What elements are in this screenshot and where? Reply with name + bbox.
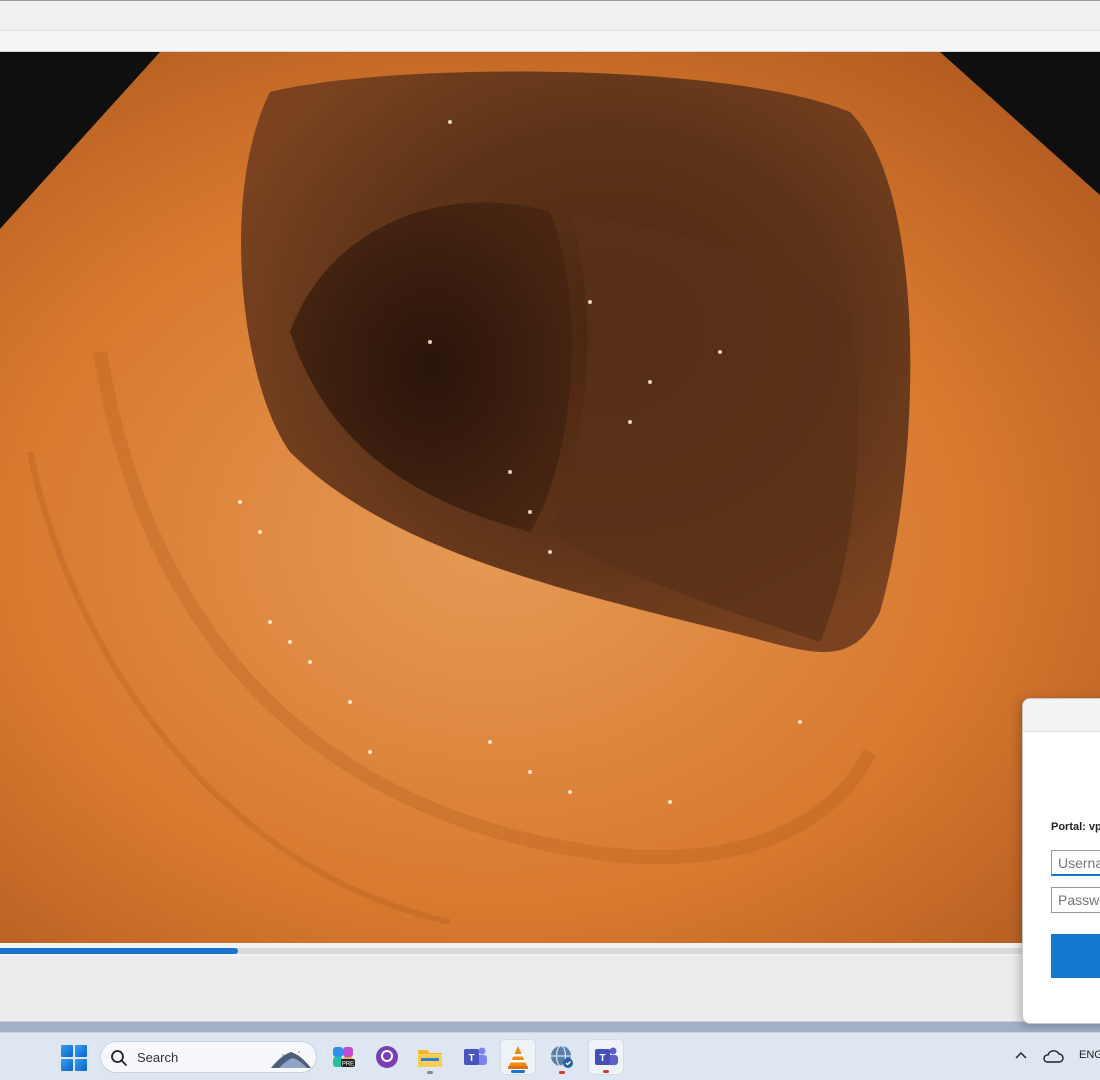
file-explorer-icon[interactable] (412, 1039, 448, 1075)
seek-progress-fill (0, 948, 238, 954)
connect-button[interactable] (1051, 934, 1100, 978)
vpn-globe-icon[interactable] (544, 1039, 580, 1075)
search-highlight-art-icon (271, 1051, 311, 1068)
username-field[interactable] (1051, 850, 1100, 876)
svg-text:PRE: PRE (342, 1062, 354, 1068)
taskbar-search[interactable]: Search (100, 1041, 317, 1073)
seek-track[interactable] (0, 948, 1100, 954)
search-label: Search (137, 1050, 179, 1065)
desktop-background-strip (0, 1022, 1100, 1032)
chevron-up-icon[interactable] (1012, 1047, 1030, 1065)
player-controls-area (0, 956, 1100, 1022)
vpn-login-dialog: Portal: vp (1022, 698, 1100, 1024)
teams-classic-icon[interactable]: T (457, 1039, 493, 1075)
github-desktop-icon[interactable] (369, 1039, 405, 1075)
windows-start-icon[interactable] (60, 1044, 88, 1072)
active-indicator (511, 1070, 525, 1073)
vlc-icon[interactable] (500, 1039, 536, 1075)
running-indicator (559, 1071, 565, 1074)
endoscopy-video-frame (0, 52, 1100, 943)
portal-label: Portal: vp (1051, 821, 1100, 833)
search-icon (111, 1050, 127, 1066)
window-titlebar (0, 0, 1100, 31)
running-indicator (427, 1071, 433, 1074)
language-indicator[interactable]: ENG (1079, 1049, 1100, 1061)
password-field[interactable] (1051, 887, 1100, 913)
window-toolbar (0, 31, 1100, 52)
seek-bar[interactable] (0, 943, 1100, 956)
taskbar: Search PRE T T ENG (0, 1032, 1100, 1080)
svg-text:T: T (599, 1053, 605, 1064)
svg-text:T: T (468, 1053, 474, 1064)
video-area[interactable] (0, 52, 1100, 943)
running-indicator (603, 1070, 609, 1073)
teams-icon[interactable]: T (588, 1039, 624, 1075)
onedrive-cloud-icon[interactable] (1042, 1047, 1064, 1065)
copilot-app-icon[interactable]: PRE (325, 1039, 361, 1075)
dialog-header (1023, 699, 1100, 732)
